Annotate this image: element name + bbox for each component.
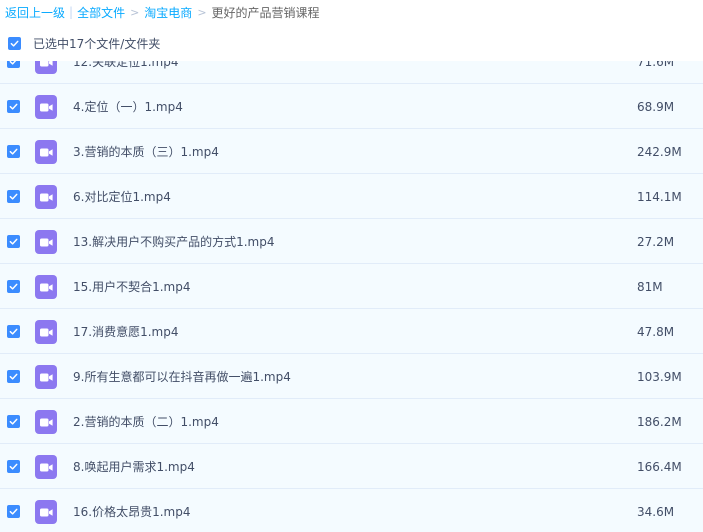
file-size: 103.9M (637, 369, 682, 384)
check-icon (9, 328, 18, 335)
file-name[interactable]: 13.解决用户不购买产品的方式1.mp4 (73, 219, 274, 264)
file-checkbox[interactable] (7, 460, 20, 473)
file-size: 71.6M (637, 61, 675, 69)
video-file-icon (35, 95, 57, 119)
file-size: 186.2M (637, 414, 682, 429)
selection-count: 已选中17个文件/文件夹 (33, 36, 161, 51)
file-checkbox[interactable] (7, 505, 20, 518)
video-file-icon (35, 410, 57, 434)
check-icon (9, 148, 18, 155)
video-file-icon (35, 275, 57, 299)
breadcrumb-parent-link[interactable]: 淘宝电商 (144, 4, 192, 21)
file-name[interactable]: 17.消费意愿1.mp4 (73, 309, 178, 354)
check-icon (9, 103, 18, 110)
file-checkbox[interactable] (7, 61, 20, 68)
file-row[interactable]: 3.营销的本质（三）1.mp4 242.9M (0, 129, 703, 174)
check-icon (9, 61, 17, 65)
check-icon (9, 238, 18, 245)
breadcrumb-current: 更好的产品营销课程 (211, 5, 320, 20)
file-checkbox[interactable] (7, 415, 20, 428)
file-row[interactable]: 15.用户不契合1.mp4 81M (0, 264, 703, 309)
file-name[interactable]: 8.唤起用户需求1.mp4 (73, 444, 195, 489)
check-icon (9, 283, 18, 290)
selection-bar: 已选中17个文件/文件夹 (0, 30, 703, 56)
video-file-icon (35, 61, 57, 74)
breadcrumb-root-link[interactable]: 全部文件 (77, 4, 125, 21)
file-checkbox[interactable] (7, 100, 20, 113)
file-size: 242.9M (637, 144, 682, 159)
file-row[interactable]: 17.消费意愿1.mp4 47.8M (0, 309, 703, 354)
file-size: 114.1M (637, 189, 682, 204)
file-checkbox[interactable] (7, 325, 20, 338)
video-file-icon (35, 455, 57, 479)
check-icon (9, 418, 18, 425)
file-row[interactable]: 4.定位（一）1.mp4 68.9M (0, 84, 703, 129)
breadcrumb-divider: | (69, 5, 74, 19)
file-name[interactable]: 15.用户不契合1.mp4 (73, 264, 190, 309)
check-icon (9, 373, 18, 380)
file-size: 68.9M (637, 99, 675, 114)
chevron-right-icon: > (130, 5, 140, 19)
file-name[interactable]: 2.营销的本质（二）1.mp4 (73, 399, 219, 444)
chevron-right-icon: > (197, 5, 207, 19)
video-file-icon (35, 320, 57, 344)
check-icon (9, 193, 18, 200)
file-checkbox[interactable] (7, 190, 20, 203)
breadcrumb: 返回上一级 | 全部文件 > 淘宝电商 > 更好的产品营销课程 (0, 0, 703, 24)
file-row[interactable]: 8.唤起用户需求1.mp4 166.4M (0, 444, 703, 489)
file-size: 166.4M (637, 459, 682, 474)
video-file-icon (35, 500, 57, 524)
file-checkbox[interactable] (7, 280, 20, 293)
file-row[interactable]: 16.价格太昂贵1.mp4 34.6M (0, 489, 703, 532)
file-name[interactable]: 3.营销的本质（三）1.mp4 (73, 129, 219, 174)
file-size: 81M (637, 279, 663, 294)
file-size: 34.6M (637, 504, 675, 519)
video-file-icon (35, 365, 57, 389)
file-name[interactable]: 16.价格太昂贵1.mp4 (73, 489, 190, 532)
file-list: 12.关联定位1.mp4 71.6M 4.定位（一）1.mp4 68.9M 3.… (0, 61, 703, 532)
file-checkbox[interactable] (7, 370, 20, 383)
file-name[interactable]: 6.对比定位1.mp4 (73, 174, 171, 219)
select-all-checkbox[interactable] (8, 36, 21, 50)
file-checkbox[interactable] (7, 145, 20, 158)
check-icon (9, 508, 18, 515)
file-checkbox[interactable] (7, 235, 20, 248)
file-row[interactable]: 6.对比定位1.mp4 114.1M (0, 174, 703, 219)
file-row[interactable]: 12.关联定位1.mp4 71.6M (0, 61, 703, 84)
back-link[interactable]: 返回上一级 (5, 4, 65, 21)
file-size: 47.8M (637, 324, 675, 339)
file-row[interactable]: 2.营销的本质（二）1.mp4 186.2M (0, 399, 703, 444)
file-size: 27.2M (637, 234, 675, 249)
file-name[interactable]: 9.所有生意都可以在抖音再做一遍1.mp4 (73, 354, 291, 399)
file-row[interactable]: 13.解决用户不购买产品的方式1.mp4 27.2M (0, 219, 703, 264)
video-file-icon (35, 185, 57, 209)
file-row[interactable]: 9.所有生意都可以在抖音再做一遍1.mp4 103.9M (0, 354, 703, 399)
check-icon (10, 40, 19, 47)
file-name[interactable]: 12.关联定位1.mp4 (73, 61, 178, 84)
file-name[interactable]: 4.定位（一）1.mp4 (73, 84, 183, 129)
video-file-icon (35, 230, 57, 254)
check-icon (9, 463, 18, 470)
video-file-icon (35, 140, 57, 164)
